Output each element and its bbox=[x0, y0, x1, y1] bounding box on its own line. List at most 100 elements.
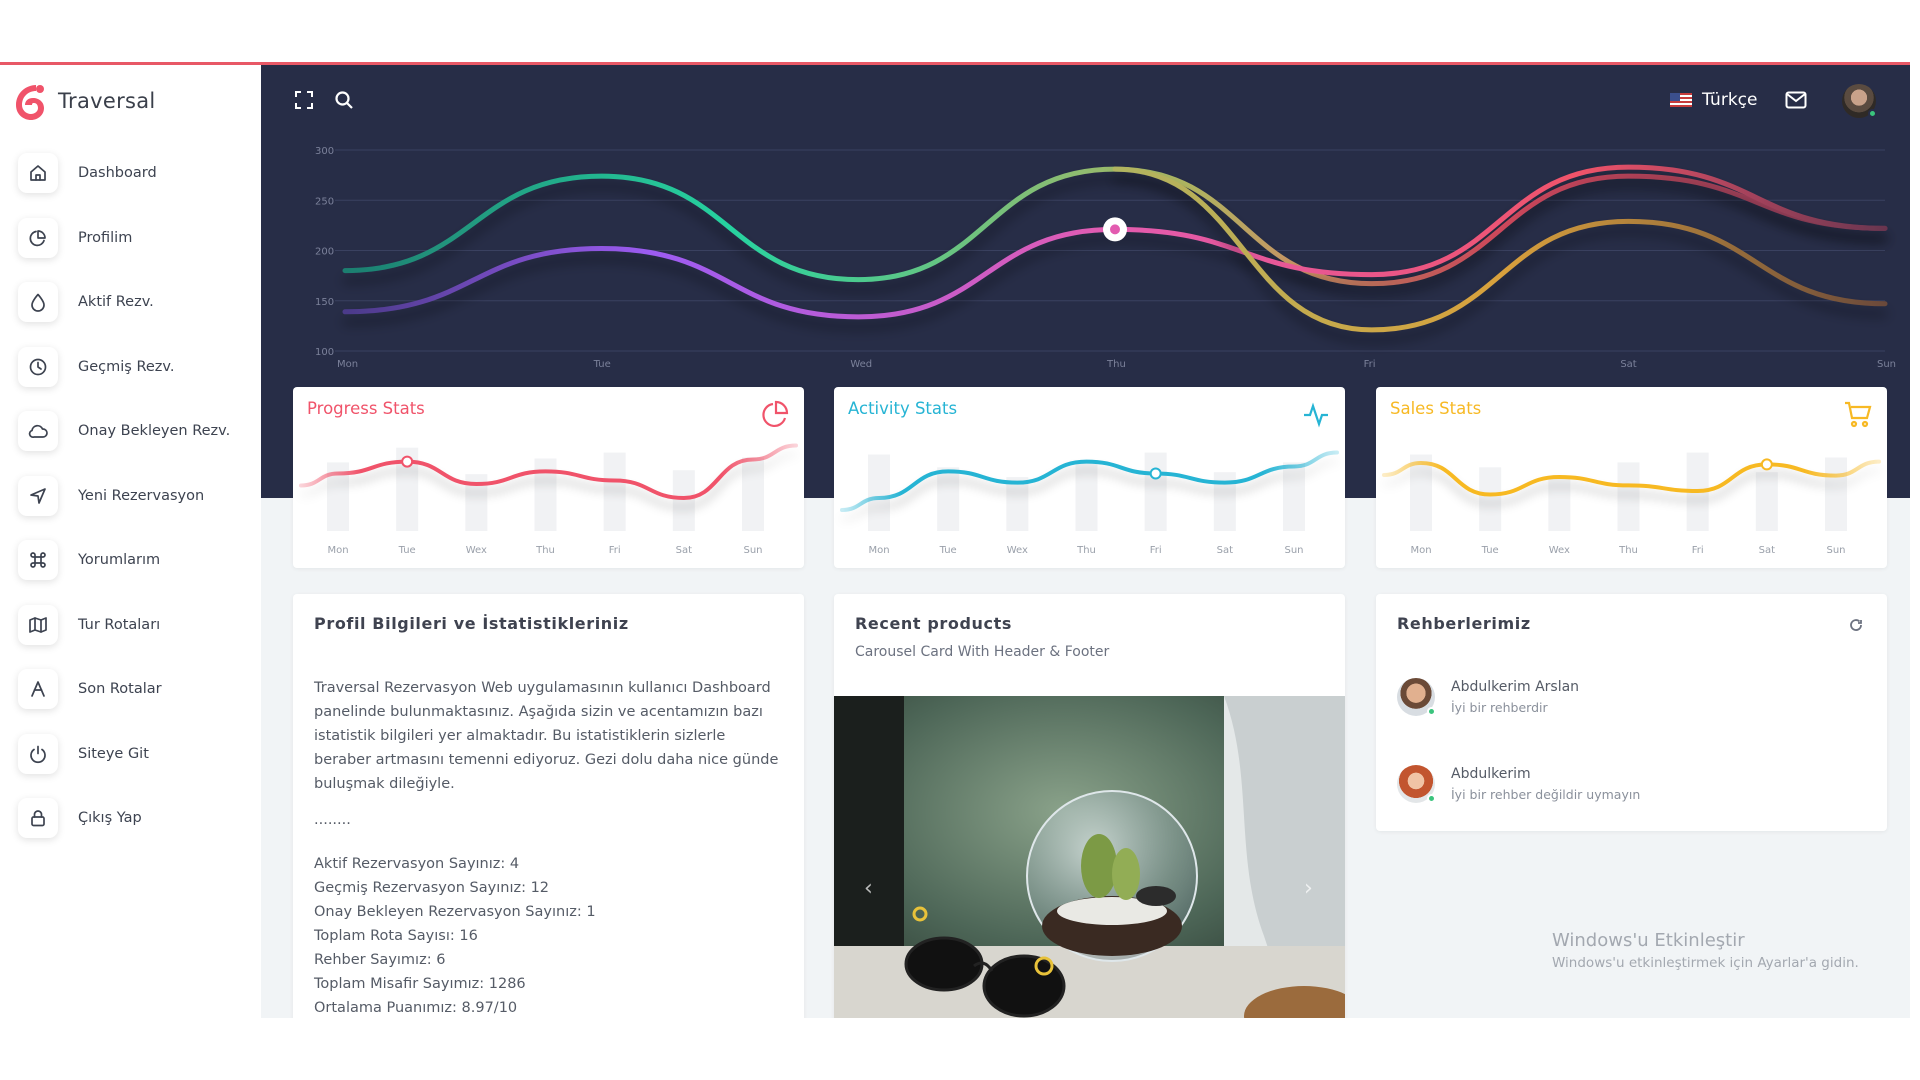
profile-paragraph: Traversal Rezervasyon Web uygulamasının … bbox=[314, 676, 784, 832]
highlight-point[interactable] bbox=[401, 455, 414, 468]
bar bbox=[1283, 462, 1305, 531]
refresh-icon[interactable] bbox=[1849, 618, 1863, 632]
x-tick-label: Wex bbox=[1549, 545, 1570, 556]
y-tick-label: 250 bbox=[315, 196, 334, 207]
x-tick-label: Mon bbox=[337, 359, 358, 370]
sidebar-item-label: Son Rotalar bbox=[78, 681, 162, 698]
bar bbox=[672, 470, 695, 531]
profile-stat-line: Aktif Rezervasyon Sayınız: 4 bbox=[314, 856, 520, 872]
bar bbox=[1548, 477, 1571, 531]
sidebar-item-son-rotalar[interactable]: Son Rotalar bbox=[0, 657, 261, 722]
recent-products-card: Recent products Carousel Card With Heade… bbox=[834, 594, 1345, 1018]
window-edge bbox=[1910, 62, 1920, 1018]
power-icon bbox=[18, 733, 58, 774]
home-icon bbox=[18, 153, 58, 194]
bar bbox=[1075, 460, 1098, 531]
carousel-prev-icon[interactable]: ‹ bbox=[864, 876, 873, 901]
sidebar-item-label: Yorumlarım bbox=[78, 552, 161, 569]
progress-stats-card: Progress Stats Mon Tue Wex Thu Fri Sat Sun bbox=[293, 387, 804, 568]
bar bbox=[1410, 454, 1432, 531]
sidebar-item-dashboard[interactable]: Dashboard bbox=[0, 141, 261, 206]
activity-icon[interactable] bbox=[1301, 399, 1331, 429]
bar bbox=[534, 458, 557, 531]
bar bbox=[742, 457, 764, 531]
x-tick-label: Sun bbox=[1284, 545, 1303, 556]
top-accent-bar bbox=[0, 62, 1920, 65]
sidebar-item-siteye-git[interactable]: Siteye Git bbox=[0, 722, 261, 787]
profile-stat-line: Geçmiş Rezervasyon Sayınız: 12 bbox=[314, 880, 550, 896]
sidebar-item-yeni-rezervasyon[interactable]: Yeni Rezervasyon bbox=[0, 464, 261, 529]
lock-icon bbox=[18, 798, 58, 839]
profile-stat-line: Toplam Misafir Sayımız: 1286 bbox=[314, 976, 526, 992]
profile-stats-list: Aktif Rezervasyon Sayınız: 4 Geçmiş Rezer… bbox=[314, 852, 596, 1018]
x-tick-label: Thu bbox=[1076, 545, 1096, 556]
x-tick-label: Sun bbox=[1826, 545, 1845, 556]
x-tick-label: Sun bbox=[743, 545, 762, 556]
app-logo[interactable]: Traversal bbox=[14, 80, 156, 122]
highlight-point[interactable] bbox=[1760, 458, 1773, 471]
sidebar-item-label: Siteye Git bbox=[78, 745, 149, 762]
sidebar-item-label: Çıkış Yap bbox=[78, 810, 142, 827]
x-tick-label: Sat bbox=[676, 545, 692, 556]
y-tick-label: 150 bbox=[315, 297, 334, 308]
x-tick-label: Mon bbox=[327, 545, 348, 556]
logo-icon bbox=[16, 85, 44, 120]
profile-stat-line: Toplam Rota Sayısı: 16 bbox=[314, 928, 478, 944]
activity-stats-card: Activity Stats Mon Tue Wex Thu Fri Sat Sun bbox=[834, 387, 1345, 568]
x-tick-label: Tue bbox=[593, 359, 611, 370]
pie-chart-icon[interactable] bbox=[760, 399, 790, 429]
x-tick-label: Mon bbox=[1410, 545, 1431, 556]
bar bbox=[937, 467, 960, 531]
x-tick-label: Mon bbox=[868, 545, 889, 556]
bar bbox=[1755, 472, 1778, 531]
y-tick-label: 100 bbox=[315, 347, 334, 358]
cart-icon[interactable] bbox=[1843, 399, 1873, 429]
x-tick-label: Thu bbox=[1106, 359, 1126, 370]
product-carousel[interactable]: ‹ › bbox=[834, 696, 1345, 1018]
sales-stats-card: Sales Stats Mon Tue Wex Thu Fri Sat Sun bbox=[1376, 387, 1887, 568]
x-tick-label: Sat bbox=[1620, 359, 1636, 370]
guide-item[interactable]: Abdulkerim İyi bir rehber değildir uymay… bbox=[1397, 761, 1640, 807]
guide-avatar bbox=[1397, 678, 1436, 716]
guides-card: Rehberlerimiz Abdulkerim Arslan İyi bir … bbox=[1376, 594, 1887, 831]
guide-item[interactable]: Abdulkerim Arslan İyi bir rehberdir bbox=[1397, 674, 1579, 720]
x-tick-label: Fri bbox=[1150, 545, 1162, 556]
y-tick-label: 300 bbox=[315, 146, 334, 157]
command-icon bbox=[18, 540, 58, 581]
guide-description: İyi bir rehber değildir uymayın bbox=[1451, 787, 1641, 802]
product-image bbox=[834, 696, 1345, 1018]
sidebar-item-aktif-rezv[interactable]: Aktif Rezv. bbox=[0, 270, 261, 335]
guide-name: Abdulkerim Arslan bbox=[1451, 679, 1580, 695]
sales-stats-title: Sales Stats bbox=[1390, 399, 1482, 418]
droplet-icon bbox=[18, 282, 58, 323]
bar bbox=[1479, 467, 1502, 531]
sidebar-item-ge-mi-rezv[interactable]: Geçmiş Rezv. bbox=[0, 335, 261, 400]
bar bbox=[1144, 452, 1167, 531]
sidebar-item-yorumlar-m[interactable]: Yorumlarım bbox=[0, 528, 261, 593]
bar bbox=[1006, 477, 1029, 531]
sales-stats-chart: Mon Tue Wex Thu Fri Sat Sun bbox=[1382, 452, 1881, 556]
guide-name: Abdulkerim bbox=[1451, 766, 1531, 782]
profile-dots: ........ bbox=[314, 812, 351, 828]
sidebar-item-tur-rotalar[interactable]: Tur Rotaları bbox=[0, 593, 261, 658]
sidebar-item-profilim[interactable]: Profilim bbox=[0, 206, 261, 271]
x-tick-label: Sat bbox=[1217, 545, 1233, 556]
x-tick-label: Thu bbox=[535, 545, 555, 556]
activity-stats-title: Activity Stats bbox=[848, 399, 958, 418]
sidebar-item-k-yap[interactable]: Çıkış Yap bbox=[0, 786, 261, 851]
highlight-point[interactable] bbox=[1149, 467, 1162, 480]
profile-description: Traversal Rezervasyon Web uygulamasının … bbox=[314, 680, 779, 792]
navigation-icon bbox=[18, 475, 58, 516]
triangle-a-icon bbox=[18, 669, 58, 710]
x-tick-label: Sun bbox=[1877, 359, 1896, 370]
profile-card-title: Profil Bilgileri ve İstatistikleriniz bbox=[314, 614, 629, 633]
products-card-subtitle: Carousel Card With Header & Footer bbox=[855, 644, 1110, 660]
watermark-subtitle: Windows'u etkinleştirmek için Ayarlar'a … bbox=[1552, 955, 1859, 971]
highlight-point-center bbox=[1110, 224, 1120, 235]
watermark-title: Windows'u Etkinleştir bbox=[1552, 930, 1745, 951]
x-tick-label: Tue bbox=[939, 545, 957, 556]
carousel-next-icon[interactable]: › bbox=[1304, 876, 1313, 901]
sidebar-item-onay-bekleyen-rezv[interactable]: Onay Bekleyen Rezv. bbox=[0, 399, 261, 464]
x-tick-label: Fri bbox=[1364, 359, 1376, 370]
app-name: Traversal bbox=[58, 89, 156, 113]
